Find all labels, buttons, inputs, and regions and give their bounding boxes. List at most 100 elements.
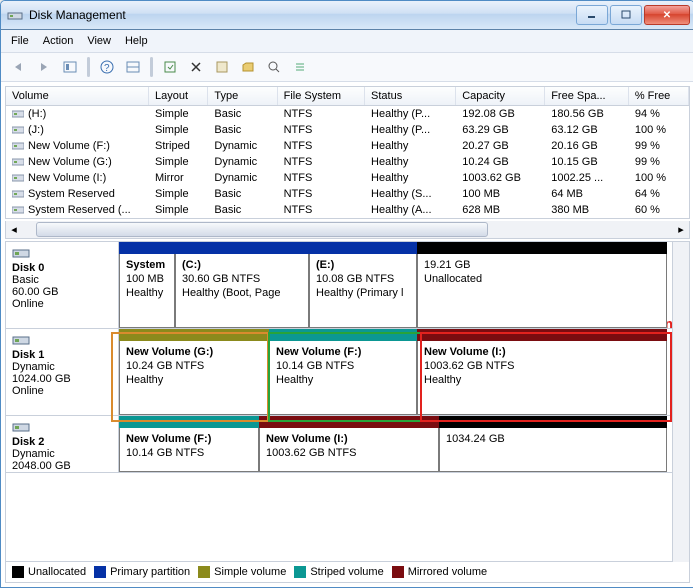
disk-partitions: New Volume (G:)10.24 GB NTFSHealthyNew V… [119, 329, 689, 415]
disk-map[interactable]: Disk 0Basic60.00 GBOnlineSystem100 MBHea… [5, 241, 690, 583]
delete-icon[interactable] [185, 56, 207, 78]
toolbar: ? [1, 53, 693, 82]
partition-body: (C:)30.60 GB NTFSHealthy (Boot, Page [175, 254, 309, 328]
partition-bar [269, 329, 417, 341]
disk-info: Disk 1Dynamic1024.00 GBOnline [6, 329, 119, 415]
partition[interactable]: New Volume (F:)10.14 GB NTFSHealthy [269, 329, 417, 415]
table-row[interactable]: (H:)SimpleBasicNTFSHealthy (P...192.08 G… [6, 106, 689, 123]
partition-body: 1034.24 GB [439, 428, 667, 472]
disk-size: 60.00 GB [12, 286, 112, 298]
column-header[interactable]: Layout [149, 87, 208, 106]
disk-row[interactable]: Disk 0Basic60.00 GBOnlineSystem100 MBHea… [6, 242, 689, 329]
menubar: File Action View Help [1, 30, 693, 53]
menu-help[interactable]: Help [125, 35, 148, 47]
disk-row[interactable]: Disk 1Dynamic1024.00 GBOnlineNew Volume … [6, 329, 689, 416]
column-header[interactable]: Capacity [456, 87, 545, 106]
partition[interactable]: New Volume (F:)10.14 GB NTFS [119, 416, 259, 472]
partition-body: 19.21 GBUnallocated [417, 254, 667, 328]
partition[interactable]: New Volume (G:)10.24 GB NTFSHealthy [119, 329, 269, 415]
forward-icon[interactable] [33, 56, 55, 78]
partition-body: New Volume (G:)10.24 GB NTFSHealthy [119, 341, 269, 415]
menu-view[interactable]: View [87, 35, 111, 47]
partition-bar [119, 416, 259, 428]
horizontal-scrollbar[interactable]: ◂ ▸ [5, 221, 690, 239]
disk-icon [12, 246, 30, 260]
show-hide-icon[interactable] [59, 56, 81, 78]
disk-row[interactable]: Disk 2Dynamic2048.00 GBNew Volume (F:)10… [6, 416, 689, 473]
column-header[interactable]: File System [277, 87, 364, 106]
explore-icon[interactable] [237, 56, 259, 78]
partition-body: New Volume (F:)10.14 GB NTFSHealthy [269, 341, 417, 415]
list-icon[interactable] [289, 56, 311, 78]
disk-name: Disk 2 [12, 436, 112, 448]
disk-size: 2048.00 GB [12, 460, 112, 472]
disk-kind: Dynamic [12, 361, 112, 373]
disk-kind: Dynamic [12, 448, 112, 460]
minimize-button[interactable] [576, 5, 608, 25]
window-title: Disk Management [29, 8, 576, 22]
disk-kind: Basic [12, 274, 112, 286]
panel-icon[interactable] [122, 56, 144, 78]
scroll-left-icon[interactable]: ◂ [6, 221, 22, 238]
volume-icon [12, 173, 24, 183]
volume-icon [12, 157, 24, 167]
partition-body: (E:)10.08 GB NTFSHealthy (Primary l [309, 254, 417, 328]
table-row[interactable]: New Volume (F:)StripedDynamicNTFSHealthy… [6, 138, 689, 154]
disk-size: 1024.00 GB [12, 373, 112, 385]
volume-icon [12, 141, 24, 151]
volume-icon [12, 205, 24, 215]
column-header[interactable]: Status [365, 87, 456, 106]
volume-list[interactable]: VolumeLayoutTypeFile SystemStatusCapacit… [5, 86, 690, 219]
disk-icon [12, 420, 30, 434]
titlebar[interactable]: Disk Management ✕ [1, 1, 693, 30]
legend-item: Unallocated [12, 566, 86, 578]
column-header[interactable]: Type [208, 87, 277, 106]
partition-bar [175, 242, 309, 254]
partition[interactable]: New Volume (I:)1003.62 GB NTFS [259, 416, 439, 472]
partition[interactable]: New Volume (I:)1003.62 GB NTFSHealthy [417, 329, 667, 415]
search-icon[interactable] [263, 56, 285, 78]
volume-icon [12, 125, 24, 135]
partition-body: New Volume (F:)10.14 GB NTFS [119, 428, 259, 472]
menu-action[interactable]: Action [43, 35, 74, 47]
maximize-button[interactable] [610, 5, 642, 25]
legend-item: Mirrored volume [392, 566, 487, 578]
back-icon[interactable] [7, 56, 29, 78]
close-button[interactable]: ✕ [644, 5, 690, 25]
partition-bar [417, 329, 667, 341]
vertical-scrollbar[interactable] [672, 242, 689, 562]
refresh-icon[interactable] [159, 56, 181, 78]
disk-info: Disk 2Dynamic2048.00 GB [6, 416, 119, 472]
content-area: VolumeLayoutTypeFile SystemStatusCapacit… [1, 82, 693, 587]
disk-name: Disk 1 [12, 349, 112, 361]
help-icon[interactable]: ? [96, 56, 118, 78]
column-header[interactable]: Free Spa... [545, 87, 629, 106]
column-header[interactable]: % Free [628, 87, 688, 106]
partition[interactable]: 1034.24 GB [439, 416, 667, 472]
partition[interactable]: System100 MBHealthy [119, 242, 175, 328]
table-row[interactable]: System ReservedSimpleBasicNTFSHealthy (S… [6, 186, 689, 202]
partition-bar [119, 242, 175, 254]
disk-state: Online [12, 385, 112, 397]
partition-bar [309, 242, 417, 254]
disk-management-window: Disk Management ✕ File Action View Help … [0, 0, 693, 588]
scroll-right-icon[interactable]: ▸ [673, 221, 689, 238]
legend-item: Simple volume [198, 566, 286, 578]
partition-bar [259, 416, 439, 428]
partition[interactable]: (C:)30.60 GB NTFSHealthy (Boot, Page [175, 242, 309, 328]
volume-icon [12, 189, 24, 199]
volume-icon [12, 109, 24, 119]
partition[interactable]: (E:)10.08 GB NTFSHealthy (Primary l [309, 242, 417, 328]
table-row[interactable]: New Volume (G:)SimpleDynamicNTFSHealthy1… [6, 154, 689, 170]
disk-partitions: System100 MBHealthy(C:)30.60 GB NTFSHeal… [119, 242, 689, 328]
table-row[interactable]: (J:)SimpleBasicNTFSHealthy (P...63.29 GB… [6, 122, 689, 138]
table-row[interactable]: New Volume (I:)MirrorDynamicNTFSHealthy1… [6, 170, 689, 186]
column-header[interactable]: Volume [6, 87, 149, 106]
properties-icon[interactable] [211, 56, 233, 78]
legend: UnallocatedPrimary partitionSimple volum… [6, 561, 689, 582]
partition[interactable]: 19.21 GBUnallocated [417, 242, 667, 328]
scroll-thumb[interactable] [36, 222, 488, 237]
table-row[interactable]: System Reserved (...SimpleBasicNTFSHealt… [6, 202, 689, 218]
menu-file[interactable]: File [11, 35, 29, 47]
partition-bar [439, 416, 667, 428]
